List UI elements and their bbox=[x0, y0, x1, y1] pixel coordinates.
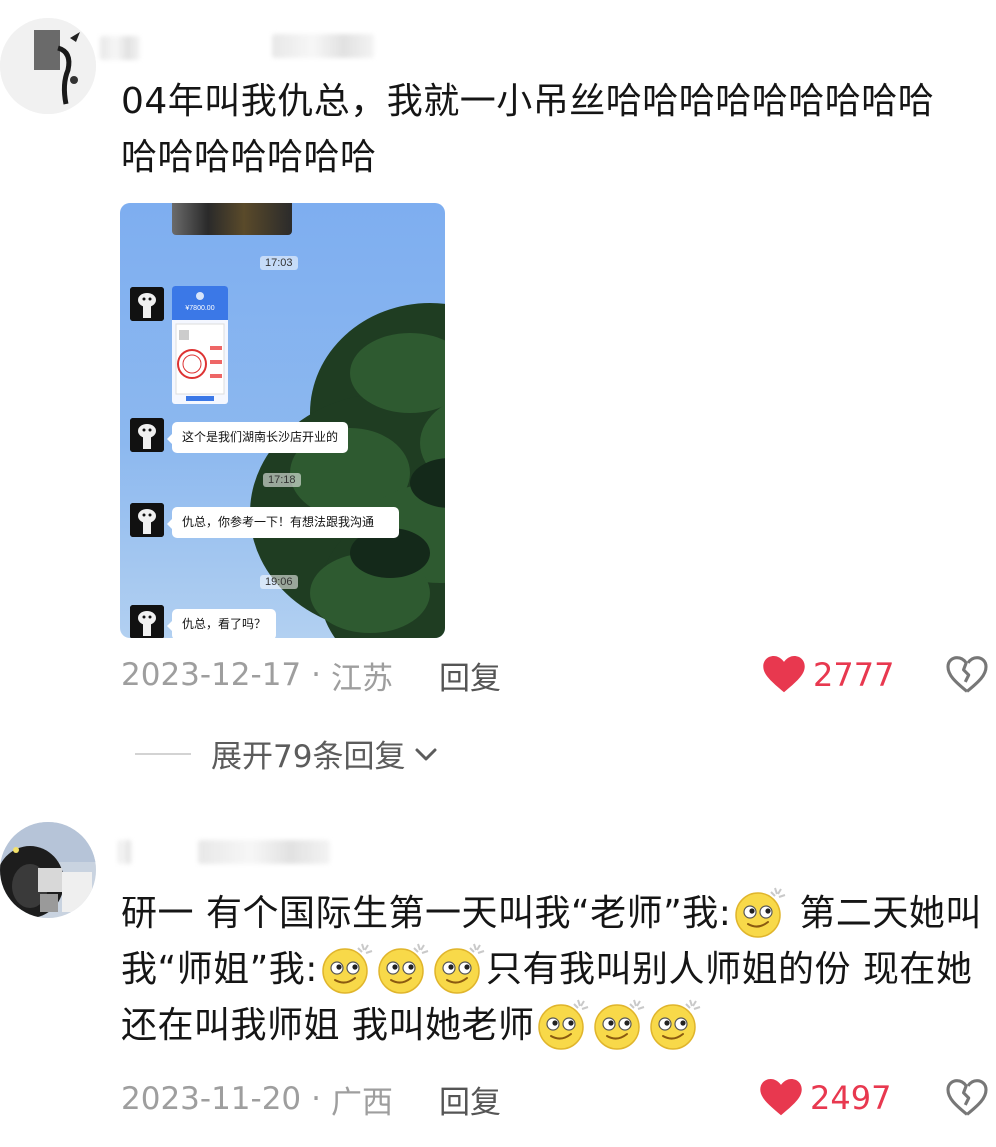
chevron-down-icon bbox=[415, 748, 437, 760]
expand-replies-label: 展开79条回复 bbox=[211, 739, 406, 775]
username-blurred[interactable] bbox=[118, 840, 132, 864]
username-blurred[interactable] bbox=[272, 34, 374, 58]
expand-replies-button[interactable]: 展开79条回复 bbox=[135, 731, 439, 776]
chat-bubble: 这个是我们湖南长沙店开业的 bbox=[166, 422, 349, 453]
chat-bubble: 仇总，看了吗？ bbox=[166, 609, 277, 638]
avatar-image bbox=[0, 822, 96, 918]
transfer-receipt-image: ¥7800.00 bbox=[172, 286, 228, 404]
comment-location: 广西 bbox=[331, 1084, 394, 1121]
smirk-emoji-icon bbox=[650, 999, 701, 1050]
smirk-emoji-icon bbox=[378, 943, 429, 994]
username-blurred[interactable] bbox=[100, 36, 140, 60]
avatar[interactable] bbox=[0, 18, 96, 114]
reply-button[interactable]: 回复 bbox=[439, 1077, 501, 1122]
like-count: 2497 bbox=[810, 1079, 892, 1117]
like-button[interactable]: 2497 bbox=[760, 1079, 891, 1117]
separator: · bbox=[311, 657, 322, 693]
smirk-emoji-icon bbox=[434, 943, 485, 994]
comment-meta: 2023-11-20 · 广西 回复 bbox=[121, 1077, 501, 1122]
like-count: 2777 bbox=[813, 656, 895, 694]
chat-time: 19:06 bbox=[260, 575, 298, 589]
chat-avatar bbox=[130, 418, 164, 452]
comment-text: 研一 有个国际生第一天叫我“老师”我: 第二天她叫我“师姐”我: 只有我叫别人师姐… bbox=[121, 886, 989, 1054]
heart-icon bbox=[760, 1079, 802, 1116]
comment-meta: 2023-12-17 · 江苏 回复 bbox=[121, 653, 501, 698]
comment-text-line: 04年叫我仇总，我就一小吊丝哈哈哈哈哈哈哈哈哈 bbox=[121, 81, 935, 122]
smirk-emoji-icon bbox=[594, 999, 645, 1050]
smirk-emoji-icon bbox=[538, 999, 589, 1050]
chat-avatar bbox=[130, 287, 164, 321]
comment-text: 04年叫我仇总，我就一小吊丝哈哈哈哈哈哈哈哈哈 哈哈哈哈哈哈哈 bbox=[121, 74, 989, 186]
header-strip bbox=[172, 203, 292, 235]
chat-avatar bbox=[130, 503, 164, 537]
heart-icon bbox=[763, 656, 805, 693]
broken-heart-icon[interactable] bbox=[946, 1079, 988, 1117]
divider-line bbox=[135, 752, 191, 755]
smirk-emoji-icon bbox=[735, 887, 786, 938]
broken-heart-icon[interactable] bbox=[946, 656, 988, 694]
avatar-image bbox=[0, 18, 96, 114]
chat-avatar bbox=[130, 605, 164, 638]
reply-button[interactable]: 回复 bbox=[439, 653, 501, 698]
separator: · bbox=[311, 1081, 322, 1117]
comment-location: 江苏 bbox=[331, 660, 394, 697]
comment-text-line: 哈哈哈哈哈哈哈 bbox=[121, 137, 377, 178]
avatar[interactable] bbox=[0, 822, 96, 918]
like-button[interactable]: 2777 bbox=[763, 656, 894, 694]
chat-time: 17:03 bbox=[260, 256, 298, 270]
chat-time: 17:18 bbox=[263, 473, 301, 487]
attached-image[interactable]: 17:03 ¥7800.00 这个是我们湖南长沙店开业的 17:18 仇总，你参… bbox=[120, 203, 445, 638]
comment-date: 2023-11-20 bbox=[121, 1081, 302, 1117]
transfer-amount: ¥7800.00 bbox=[185, 305, 214, 312]
smirk-emoji-icon bbox=[322, 943, 373, 994]
chat-bubble: 仇总，你参考一下！有想法跟我沟通 bbox=[167, 507, 399, 538]
comment-text-segment: 研一 有个国际生第一天叫我“老师”我: bbox=[121, 893, 732, 934]
username-blurred[interactable] bbox=[198, 840, 330, 864]
comment-date: 2023-12-17 bbox=[121, 657, 302, 693]
